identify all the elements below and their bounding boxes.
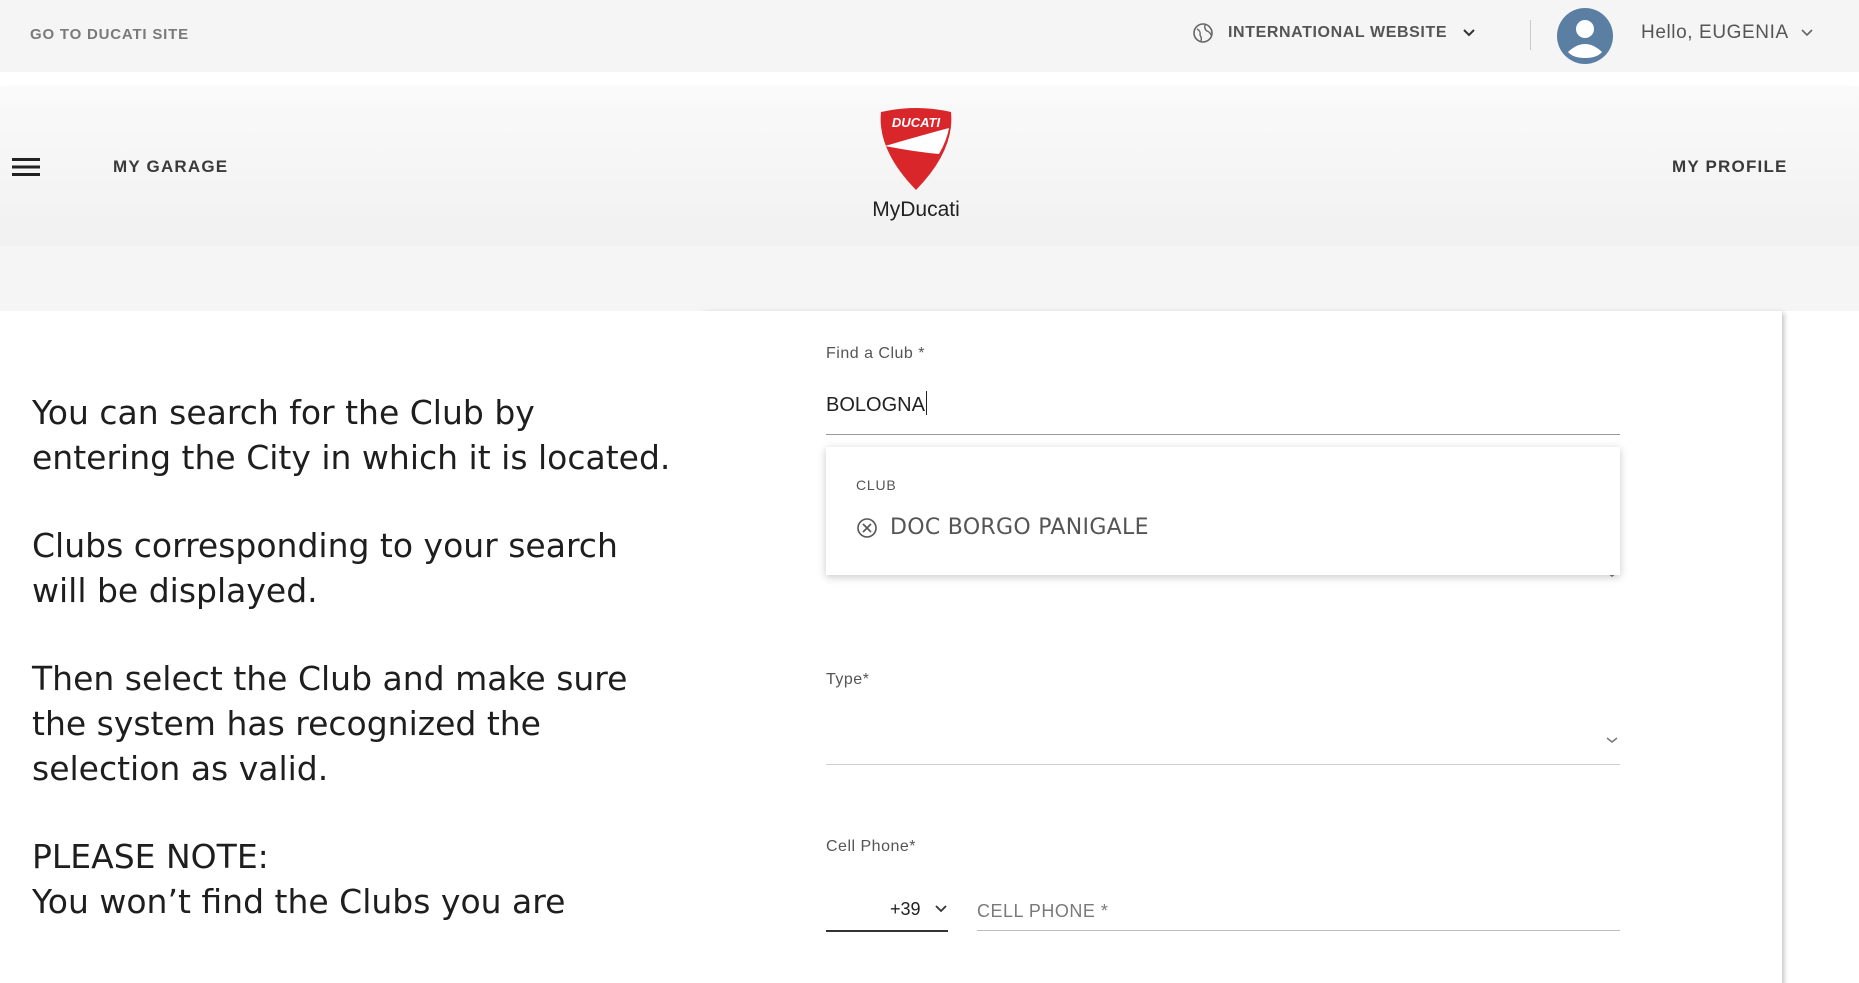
brand-name: MyDucati (872, 198, 960, 221)
dropdown-option-club[interactable]: DOC BORGO PANIGALE (856, 515, 1149, 540)
user-avatar-icon[interactable] (1557, 8, 1613, 64)
dropdown-group-header: CLUB (856, 477, 897, 493)
top-utility-bar: GO TO DUCATI SITE INTERNATIONAL WEBSITE … (0, 0, 1859, 72)
nav-my-profile[interactable]: MY PROFILE (1672, 157, 1788, 177)
hamburger-menu-icon[interactable] (12, 158, 40, 176)
nav-my-garage[interactable]: MY GARAGE (113, 157, 228, 177)
find-club-label: Find a Club * (826, 345, 925, 362)
club-form-panel: Find a Club * BOLOGNA CLUB DOC BORGO PAN… (698, 311, 1782, 983)
help-paragraph-3: Then select the Club and make sure the s… (32, 659, 628, 788)
cell-phone-underline (977, 930, 1620, 931)
clear-circle-icon (857, 517, 877, 538)
cell-phone-label: Cell Phone* (826, 838, 916, 855)
type-label: Type* (826, 671, 870, 688)
chevron-down-icon (935, 905, 947, 913)
find-club-underline (826, 434, 1620, 435)
globe-icon (1193, 23, 1213, 43)
chevron-down-icon[interactable] (1604, 735, 1620, 745)
topbar-divider (1530, 20, 1531, 50)
ducati-badge-text: DUCATI (892, 115, 941, 130)
user-greeting-label: Hello, EUGENIA (1641, 22, 1789, 43)
international-website-label: INTERNATIONAL WEBSITE (1228, 24, 1448, 41)
find-club-value: BOLOGNA (826, 394, 925, 416)
help-paragraph-1: You can search for the Club by entering … (32, 393, 671, 477)
international-website-selector[interactable]: INTERNATIONAL WEBSITE (1192, 22, 1477, 44)
go-to-ducati-site-link[interactable]: GO TO DUCATI SITE (30, 26, 189, 43)
note-text: You won’t find the Clubs you are (32, 882, 566, 921)
note-title: PLEASE NOTE: (32, 837, 269, 876)
phone-prefix-value: +39 (890, 899, 921, 919)
dropdown-option-label: DOC BORGO PANIGALE (890, 515, 1149, 540)
find-club-input[interactable]: BOLOGNA (826, 391, 1618, 427)
phone-prefix-underline (826, 930, 948, 932)
type-select[interactable] (826, 764, 1620, 765)
help-paragraph-2: Clubs corresponding to your search will … (32, 526, 618, 610)
mydu-cati-logo[interactable]: DUCATI MyDucati (863, 106, 969, 226)
phone-prefix-select[interactable]: +39 (826, 889, 948, 932)
club-autocomplete-dropdown: CLUB DOC BORGO PANIGALE (826, 447, 1620, 575)
help-note: PLEASE NOTE: You won’t find the Clubs yo… (32, 834, 672, 924)
chevron-down-icon (1463, 29, 1475, 37)
help-text: You can search for the Club by entering … (32, 390, 672, 924)
text-caret (925, 391, 927, 415)
user-greeting-menu[interactable]: Hello, EUGENIA (1641, 22, 1815, 44)
main-header: MY GARAGE DUCATI MyDucati MY PROFILE (0, 86, 1859, 246)
ducati-shield-logo: DUCATI (880, 108, 952, 190)
chevron-down-icon (1801, 29, 1813, 37)
cell-phone-input[interactable] (977, 889, 1620, 931)
header-shadow-band (0, 246, 1859, 311)
